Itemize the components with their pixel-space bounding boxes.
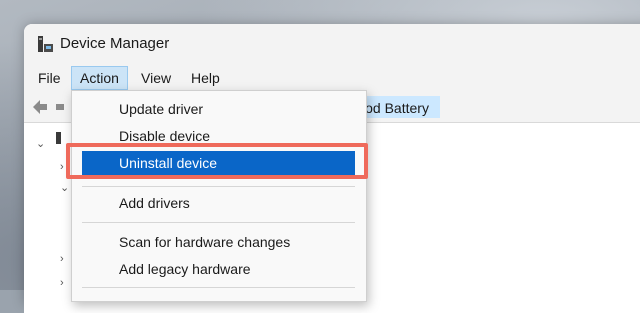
menu-item-add-legacy-hardware[interactable]: Add legacy hardware xyxy=(72,257,366,281)
chevron-down-icon[interactable]: ⌄ xyxy=(36,137,45,150)
chevron-right-icon[interactable]: › xyxy=(60,253,64,265)
menu-separator xyxy=(82,222,355,223)
chevron-right-icon[interactable]: › xyxy=(60,277,64,289)
chevron-right-icon[interactable]: › xyxy=(60,161,64,173)
device-manager-icon xyxy=(38,36,53,52)
menu-item-scan-hardware[interactable]: Scan for hardware changes xyxy=(72,230,366,254)
menu-separator xyxy=(82,287,355,288)
chevron-down-icon[interactable]: ⌄ xyxy=(60,181,69,194)
menu-item-add-drivers[interactable]: Add drivers xyxy=(72,191,366,215)
menu-view[interactable]: View xyxy=(133,66,179,90)
back-arrow-icon[interactable] xyxy=(30,97,50,117)
window-title: Device Manager xyxy=(60,35,170,52)
action-menu-dropdown: Update driver Disable device Uninstall d… xyxy=(71,90,367,302)
menu-item-update-driver[interactable]: Update driver xyxy=(72,97,366,121)
title-bar: Device Manager xyxy=(24,24,640,64)
annotation-highlight-box xyxy=(66,143,368,179)
menu-help[interactable]: Help xyxy=(183,66,228,90)
menu-action[interactable]: Action xyxy=(71,66,128,90)
menu-separator xyxy=(82,186,355,187)
menu-bar: File Action View Help xyxy=(24,64,640,92)
menu-file[interactable]: File xyxy=(30,66,69,90)
